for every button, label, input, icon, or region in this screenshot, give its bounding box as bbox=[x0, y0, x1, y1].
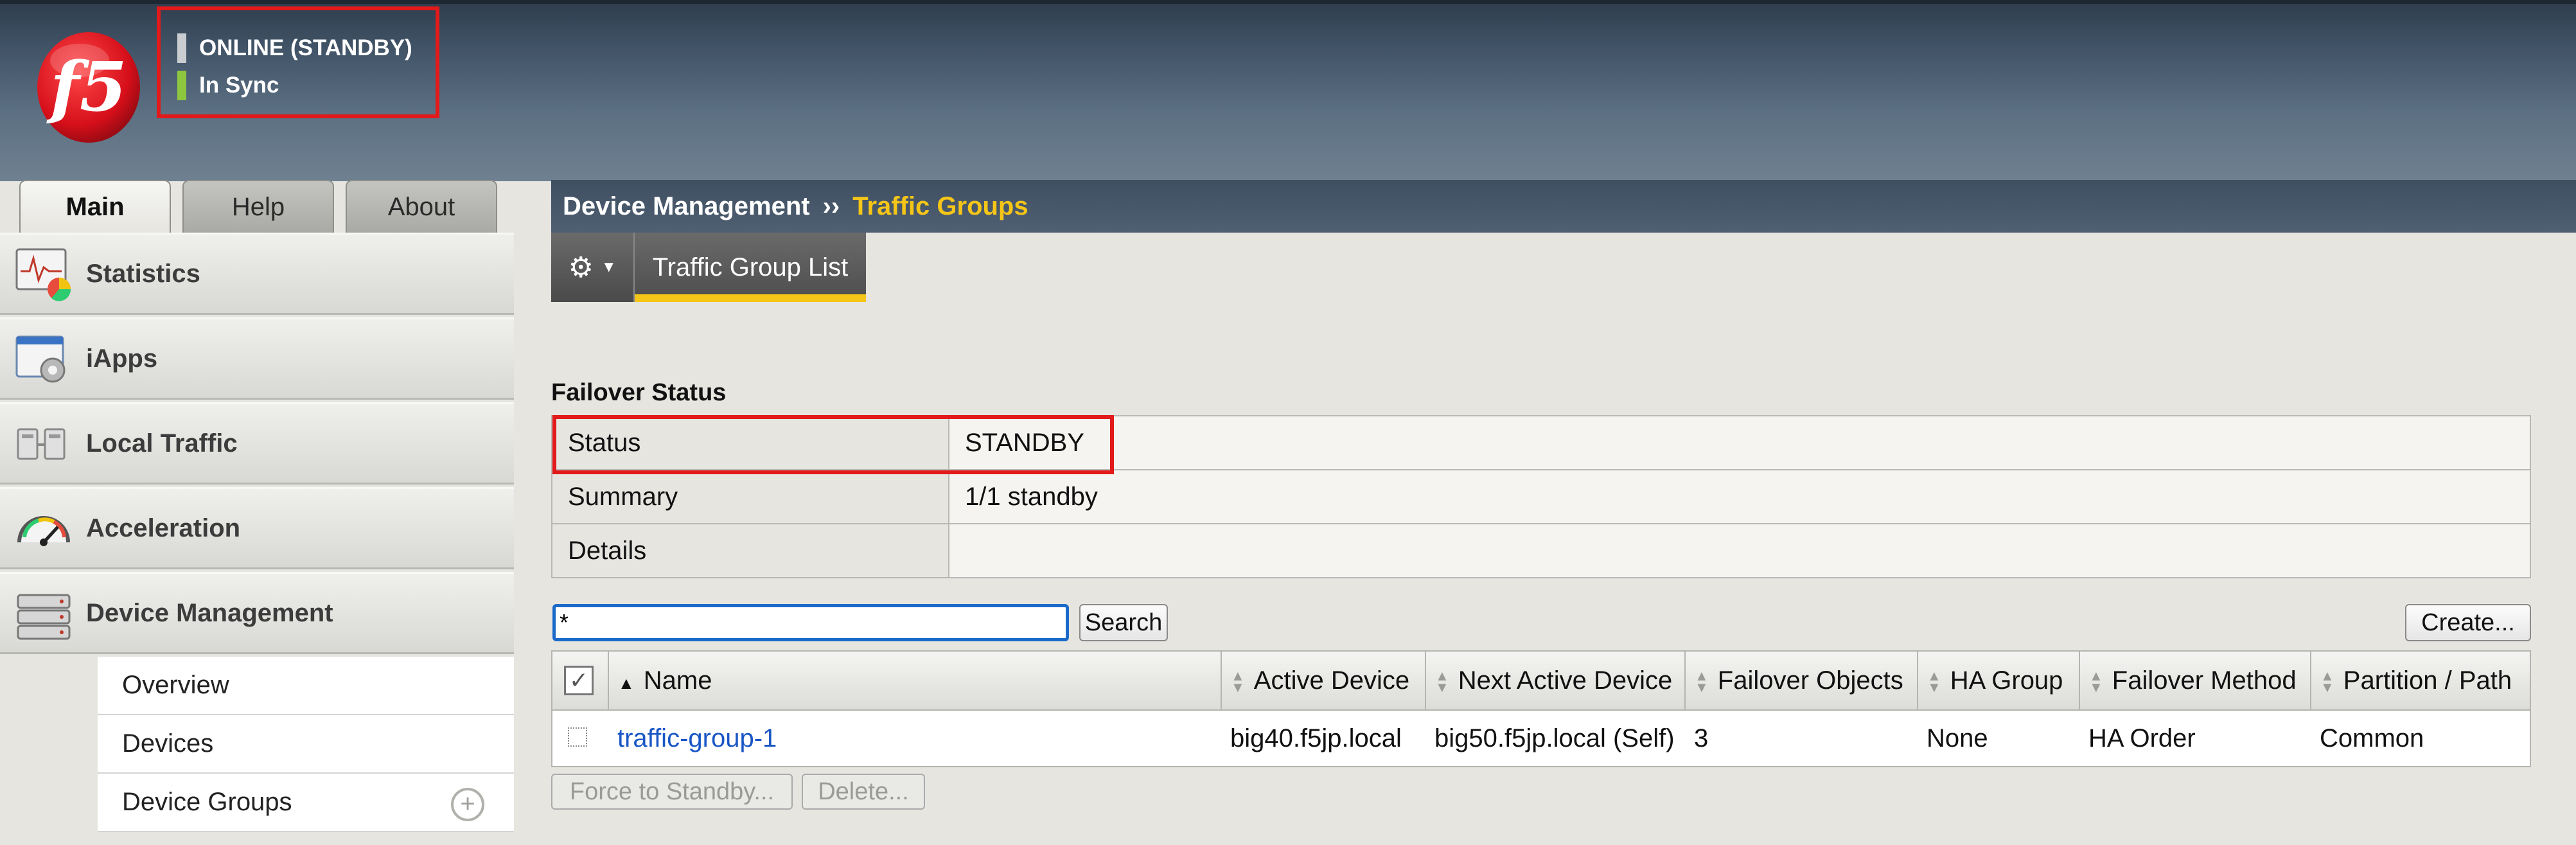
failover-status-title: Failover Status bbox=[551, 379, 727, 406]
sort-icon: ▲ ▼ bbox=[1231, 667, 1245, 695]
sidebar-item-iapps[interactable]: iApps bbox=[0, 317, 514, 400]
column-header-partition-path[interactable]: ▲ ▼ Partition / Path bbox=[2310, 650, 2531, 711]
failover-method-cell: HA Order bbox=[2079, 709, 2311, 767]
sidebar: Statistics iApps Local Traffic Accelerat… bbox=[0, 233, 514, 845]
sort-icon: ▲ ▼ bbox=[2320, 667, 2334, 695]
svg-text:f5: f5 bbox=[46, 46, 127, 127]
breadcrumb-traffic-groups: Traffic Groups bbox=[852, 191, 1028, 220]
device-management-submenu: Overview Devices Device Groups + bbox=[98, 657, 514, 832]
create-button[interactable]: Create... bbox=[2405, 604, 2531, 641]
select-all-header[interactable]: ✓ bbox=[551, 650, 609, 711]
status-value: STANDBY bbox=[948, 415, 2531, 470]
search-button[interactable]: Search bbox=[1079, 604, 1168, 641]
force-to-standby-button[interactable]: Force to Standby... bbox=[551, 774, 793, 810]
toolbar: ⚙ ▼ Traffic Group List bbox=[551, 233, 866, 302]
status-indicator-green bbox=[177, 71, 186, 100]
tab-traffic-group-list[interactable]: Traffic Group List bbox=[633, 233, 866, 302]
table-row: traffic-group-1 big40.f5jp.local big50.f… bbox=[551, 709, 2531, 767]
tab-help[interactable]: Help bbox=[182, 180, 334, 233]
gear-icon: ⚙ bbox=[568, 251, 594, 283]
traffic-group-table: ✓ ▲ Name ▲ ▼ Active Device ▲ ▼ Next Active De… bbox=[551, 650, 2531, 767]
status-highlight-box: ONLINE (STANDBY) In Sync bbox=[157, 6, 439, 118]
partition-cell: Common bbox=[2311, 709, 2531, 767]
details-value bbox=[948, 523, 2531, 578]
acceleration-icon bbox=[17, 516, 70, 546]
sidebar-item-label: Acceleration bbox=[86, 513, 241, 542]
chevron-down-icon: ▼ bbox=[601, 258, 617, 276]
ha-group-cell: None bbox=[1918, 709, 2079, 767]
next-active-device-cell: big50.f5jp.local (Self) bbox=[1425, 709, 1685, 767]
sidebar-item-local-traffic[interactable]: Local Traffic bbox=[0, 402, 514, 485]
sort-icon: ▲ ▼ bbox=[1435, 667, 1449, 695]
submenu-item-devices[interactable]: Devices bbox=[98, 715, 514, 774]
sidebar-item-acceleration[interactable]: Acceleration bbox=[0, 487, 514, 569]
sidebar-item-label: Local Traffic bbox=[86, 429, 238, 458]
submenu-item-device-groups[interactable]: Device Groups + bbox=[98, 774, 514, 832]
status-highlight-box bbox=[552, 415, 1114, 474]
summary-label: Summary bbox=[551, 469, 949, 524]
sort-icon: ▲ ▼ bbox=[1695, 667, 1709, 695]
sidebar-item-label: iApps bbox=[86, 344, 158, 373]
select-all-checkbox[interactable]: ✓ bbox=[564, 666, 594, 695]
status-indicator-gray bbox=[177, 33, 186, 63]
column-header-failover-method[interactable]: ▲ ▼ Failover Method bbox=[2079, 650, 2311, 711]
sort-asc-icon: ▲ bbox=[618, 673, 635, 693]
online-status-label: ONLINE (STANDBY) bbox=[199, 35, 412, 60]
statistics-icon bbox=[15, 248, 71, 301]
online-status: ONLINE (STANDBY) bbox=[177, 33, 412, 63]
sidebar-item-statistics[interactable]: Statistics bbox=[0, 233, 514, 315]
local-traffic-icon bbox=[17, 428, 66, 460]
column-header-ha-group[interactable]: ▲ ▼ HA Group bbox=[1917, 650, 2080, 711]
f5-logo[interactable]: f5 bbox=[35, 28, 143, 145]
column-header-active-device[interactable]: ▲ ▼ Active Device bbox=[1221, 650, 1426, 711]
submenu-item-label: Device Groups bbox=[122, 788, 292, 816]
details-row: Details bbox=[551, 523, 2531, 578]
summary-row: Summary 1/1 standby bbox=[551, 469, 2531, 524]
row-select-cell[interactable] bbox=[551, 709, 608, 767]
sync-status-label[interactable]: In Sync bbox=[199, 73, 279, 98]
sort-icon: ▲ ▼ bbox=[1927, 667, 1941, 695]
tab-about[interactable]: About bbox=[346, 180, 497, 233]
active-device-cell: big40.f5jp.local bbox=[1221, 709, 1425, 767]
sidebar-item-label: Device Management bbox=[86, 598, 333, 627]
search-input[interactable] bbox=[552, 604, 1069, 641]
row-checkbox[interactable] bbox=[568, 727, 587, 747]
traffic-group-link[interactable]: traffic-group-1 bbox=[617, 724, 777, 752]
device-management-icon bbox=[17, 594, 71, 640]
iapps-icon bbox=[15, 335, 66, 383]
breadcrumb-separator: ›› bbox=[822, 191, 840, 220]
left-tab-bar: Main Help About bbox=[19, 180, 497, 233]
add-device-group-icon[interactable]: + bbox=[451, 788, 484, 821]
breadcrumb: Device Management ›› Traffic Groups bbox=[551, 180, 2576, 233]
submenu-item-overview[interactable]: Overview bbox=[98, 657, 514, 715]
column-header-next-active-device[interactable]: ▲ ▼ Next Active Device bbox=[1425, 650, 1686, 711]
table-header-row: ✓ ▲ Name ▲ ▼ Active Device ▲ ▼ Next Active De… bbox=[551, 650, 2531, 711]
sync-status[interactable]: In Sync bbox=[177, 71, 279, 100]
sidebar-item-device-management[interactable]: Device Management bbox=[0, 572, 514, 654]
delete-button[interactable]: Delete... bbox=[802, 774, 925, 810]
name-cell: traffic-group-1 bbox=[608, 709, 1221, 767]
summary-value: 1/1 standby bbox=[948, 469, 2531, 524]
column-header-name[interactable]: ▲ Name bbox=[608, 650, 1222, 711]
column-header-failover-objects[interactable]: ▲ ▼ Failover Objects bbox=[1684, 650, 1918, 711]
sort-icon: ▲ ▼ bbox=[2089, 667, 2103, 695]
sidebar-item-label: Statistics bbox=[86, 259, 200, 288]
settings-menu-button[interactable]: ⚙ ▼ bbox=[551, 233, 633, 302]
top-banner: f5 ONLINE (STANDBY) In Sync bbox=[0, 0, 2576, 181]
failover-objects-cell: 3 bbox=[1685, 709, 1918, 767]
details-label: Details bbox=[551, 523, 949, 578]
tab-main[interactable]: Main bbox=[19, 180, 171, 233]
breadcrumb-device-management[interactable]: Device Management bbox=[563, 192, 810, 221]
